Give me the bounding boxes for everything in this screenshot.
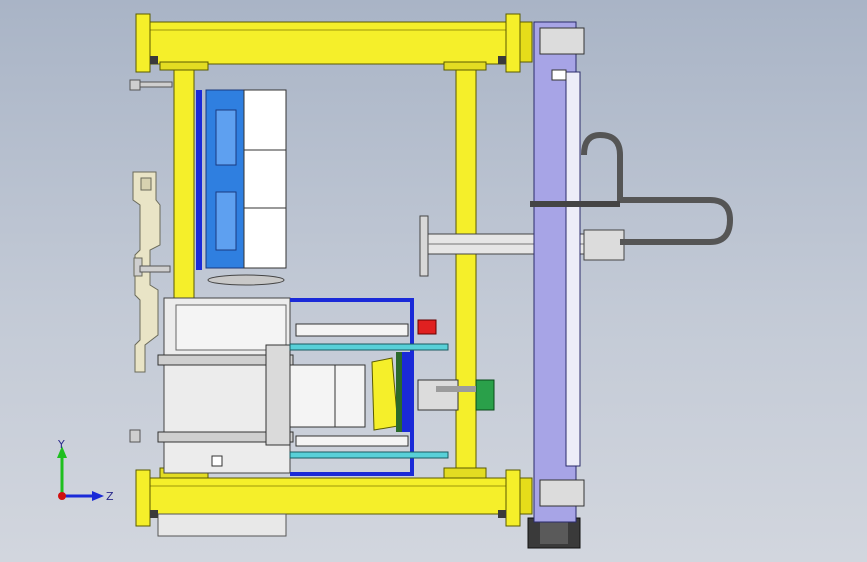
y-axis-label: Y [57,438,65,451]
triad-origin [58,492,66,500]
left-column-base [159,61,209,71]
bottom-grey-housing [157,513,287,537]
right-column-foot [443,467,487,479]
z-axis-arrowhead [92,491,104,501]
right-column-base [443,61,487,71]
upper-gripper-assembly [196,89,287,286]
machine-assembly-model[interactable] [0,0,867,562]
right-yellow-column [455,65,477,477]
z-axis-label: Z [106,490,114,503]
motor-cap [540,522,568,544]
horizontal-shaft [419,215,625,277]
cad-viewport[interactable]: Y Z [0,0,867,562]
coordinate-triad: Y Z [57,438,114,503]
lavender-side-panel [533,21,585,523]
